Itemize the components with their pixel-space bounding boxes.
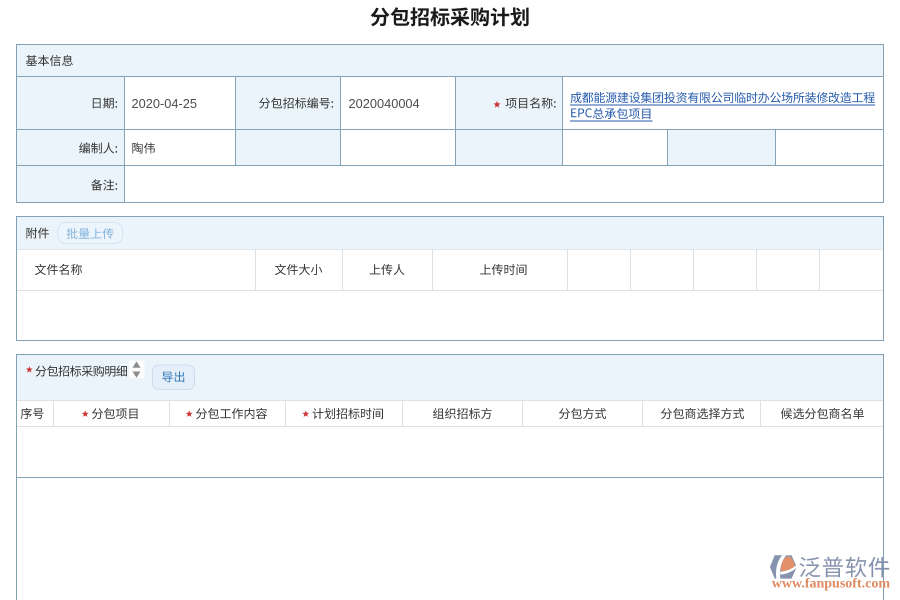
svg-text:www.fanpusoft.com: www.fanpusoft.com — [772, 577, 891, 592]
svg-text:2020-04-25: 2020-04-25 — [132, 96, 197, 111]
svg-text:2020040004: 2020040004 — [349, 96, 420, 111]
